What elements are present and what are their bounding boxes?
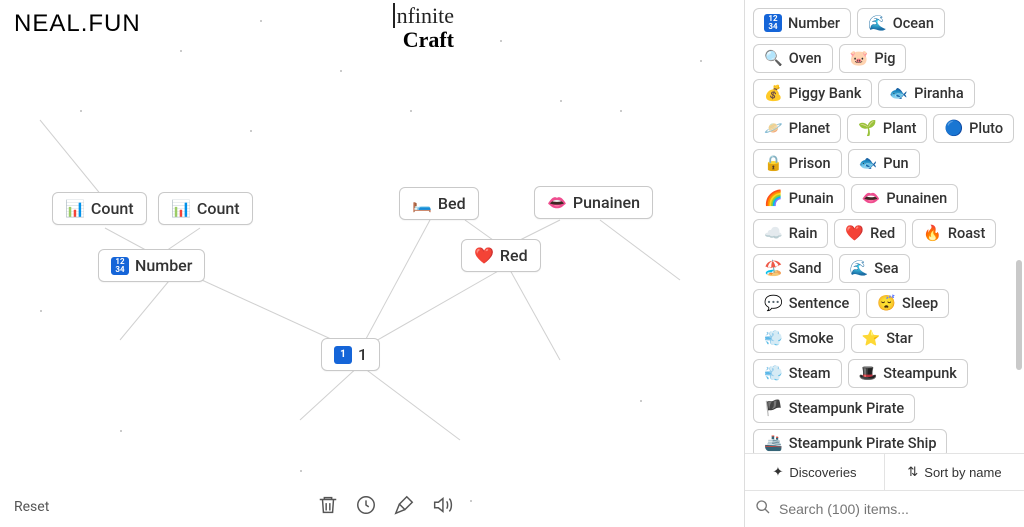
inventory-item-label: Steampunk [883, 365, 957, 382]
inventory-item-label: Planet [789, 120, 830, 137]
sound-icon[interactable] [430, 493, 454, 517]
particle-dot [180, 50, 182, 52]
inventory-item-label: Red [870, 225, 895, 242]
canvas-item[interactable]: 11 [321, 338, 380, 371]
canvas-item-label: Number [135, 256, 192, 275]
search-icon [755, 499, 771, 519]
clock-icon[interactable] [354, 493, 378, 517]
particle-dot [250, 130, 252, 132]
particle-dot [620, 110, 622, 112]
inventory-item-label: Punain [789, 190, 834, 207]
particle-dot [500, 40, 502, 42]
inventory-item[interactable]: 🏖️Sand [753, 254, 833, 283]
inventory-item-label: Pun [883, 155, 908, 172]
canvas-item-label: Punainen [573, 193, 640, 212]
page-scrollbar[interactable] [1016, 260, 1022, 370]
search-input[interactable] [779, 501, 1014, 517]
inventory-item-label: Steampunk Pirate [789, 400, 905, 417]
inventory-item[interactable]: 🎩Steampunk [848, 359, 968, 388]
inventory-item-label: Pluto [969, 120, 1003, 137]
inventory-item[interactable]: 🐟Piranha [878, 79, 974, 108]
particle-dot [300, 470, 302, 472]
sort-icon: ⇅ [907, 464, 918, 480]
particle-dot [340, 70, 342, 72]
inventory-item[interactable]: 🚢Steampunk Pirate Ship [753, 429, 947, 453]
inventory-item[interactable]: 🌊Sea [839, 254, 910, 283]
inventory-item[interactable]: 1234Number [753, 8, 851, 38]
canvas-item[interactable]: ❤️Red [461, 239, 541, 272]
inventory-scroll[interactable]: 1234Number🌊Ocean 🔍Oven🐷Pig 💰Piggy Bank🐟Pir… [745, 0, 1024, 453]
particle-dot [560, 100, 562, 102]
search-bar [745, 490, 1024, 527]
inventory-item-label: Rain [789, 225, 818, 242]
reset-button[interactable]: Reset [14, 499, 49, 515]
inventory-item[interactable]: 😴Sleep [866, 289, 949, 318]
particle-dot [40, 310, 42, 312]
inventory-item[interactable]: 🔥Roast [912, 219, 996, 248]
inventory-item-label: Sentence [789, 295, 850, 312]
particle-dot [260, 20, 262, 22]
inventory-item-label: Smoke [789, 330, 834, 347]
canvas-item[interactable]: 🛏️Bed [399, 187, 479, 220]
inventory-item-label: Steam [789, 365, 831, 382]
inventory-item-label: Sand [789, 260, 822, 277]
sparkle-icon: ✦ [772, 464, 783, 480]
inventory-item-label: Punainen [886, 190, 947, 207]
inventory-item[interactable]: 🌱Plant [847, 114, 927, 143]
inventory-item[interactable]: 🐟Pun [848, 149, 920, 178]
inventory-item-label: Plant [883, 120, 917, 137]
canvas-item[interactable]: 1234Number [98, 249, 205, 282]
trash-icon[interactable] [316, 493, 340, 517]
broom-icon[interactable] [392, 493, 416, 517]
inventory-item[interactable]: 🏴Steampunk Pirate [753, 394, 915, 423]
inventory-item[interactable]: 🪐Planet [753, 114, 841, 143]
inventory-item-label: Sleep [902, 295, 938, 312]
inventory-item[interactable]: ☁️Rain [753, 219, 828, 248]
inventory-item[interactable]: 👄Punainen [851, 184, 959, 213]
craft-canvas[interactable]: NEAL.FUN nfinite Craft 📊Count📊Count1234N… [0, 0, 744, 527]
particle-dot [470, 500, 472, 502]
canvas-item-label: Red [500, 246, 528, 265]
canvas-item-label: Count [91, 199, 134, 218]
particle-dot [410, 110, 412, 112]
canvas-item-label: Count [197, 199, 240, 218]
inventory-item[interactable]: 💬Sentence [753, 289, 860, 318]
inventory-item[interactable]: 🔒Prison [753, 149, 842, 178]
inventory-item[interactable]: ⭐Star [851, 324, 924, 353]
inventory-item-label: Piggy Bank [789, 85, 862, 102]
inventory-sidebar: 1234Number🌊Ocean 🔍Oven🐷Pig 💰Piggy Bank🐟Pir… [744, 0, 1024, 527]
inventory-item[interactable]: ❤️Red [834, 219, 906, 248]
inventory-item[interactable]: 💨Steam [753, 359, 842, 388]
canvas-item[interactable]: 👄Punainen [534, 186, 653, 219]
inventory-item-label: Ocean [893, 15, 934, 32]
inventory-item-label: Steampunk Pirate Ship [789, 435, 937, 452]
inventory-item-label: Prison [789, 155, 831, 172]
particle-dot [120, 430, 122, 432]
inventory-item-label: Oven [789, 50, 822, 67]
particle-dot [80, 110, 82, 112]
canvas-item-label: Bed [438, 194, 466, 213]
inventory-item-label: Piranha [914, 85, 964, 102]
inventory-item[interactable]: 🔵Pluto [933, 114, 1014, 143]
inventory-controls: ✦ Discoveries ⇅ Sort by name [745, 453, 1024, 490]
discoveries-button[interactable]: ✦ Discoveries [745, 454, 885, 490]
particle-dot [700, 60, 702, 62]
inventory-item[interactable]: 🌈Punain [753, 184, 845, 213]
inventory-item-label: Roast [948, 225, 985, 242]
particle-dot [640, 400, 642, 402]
inventory-item-label: Star [886, 330, 913, 347]
inventory-item-label: Sea [874, 260, 898, 277]
inventory-item-label: Number [788, 15, 840, 32]
inventory-item[interactable]: 💰Piggy Bank [753, 79, 872, 108]
inventory-item-label: Pig [874, 50, 895, 67]
canvas-toolbar [316, 493, 454, 517]
canvas-item-label: 1 [358, 345, 367, 364]
inventory-item[interactable]: 🌊Ocean [857, 8, 945, 38]
canvas-item[interactable]: 📊Count [52, 192, 147, 225]
inventory-item[interactable]: 💨Smoke [753, 324, 845, 353]
sort-button[interactable]: ⇅ Sort by name [885, 454, 1024, 490]
inventory-item[interactable]: 🔍Oven [753, 44, 833, 73]
canvas-item[interactable]: 📊Count [158, 192, 253, 225]
inventory-item[interactable]: 🐷Pig [839, 44, 907, 73]
